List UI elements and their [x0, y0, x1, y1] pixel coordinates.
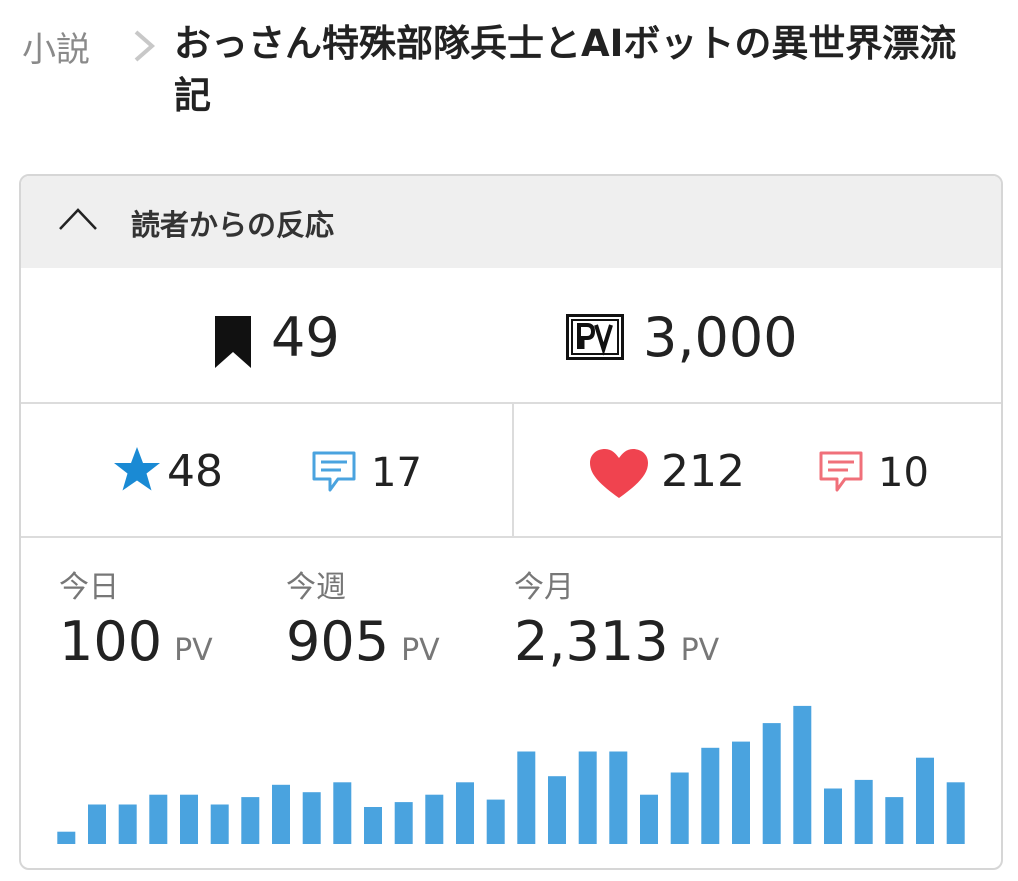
- comment-icon: [312, 451, 356, 492]
- chart-bar: [425, 794, 444, 844]
- breadcrumb-novel-link[interactable]: 小説: [22, 22, 90, 71]
- chart-bar: [548, 776, 566, 844]
- chart-bar: [762, 723, 781, 844]
- reactions-card: 読者からの反応 49 3,000 48 17 212 10 今日 100 PV …: [19, 174, 1003, 870]
- chart-bar: [333, 782, 352, 844]
- chart-bar: [456, 782, 474, 844]
- chart-bar: [793, 705, 812, 844]
- star-icon: [114, 447, 160, 491]
- chart-bar: [701, 747, 720, 844]
- chart-bar: [241, 797, 260, 844]
- chart-bar: [946, 782, 965, 844]
- chart-bar: [180, 794, 198, 844]
- heart-icon: [590, 449, 648, 498]
- pv-total-count: 3,000: [643, 306, 798, 369]
- stat-unit: PV: [680, 633, 720, 668]
- chart-bar: [854, 779, 873, 844]
- reactions-heading: 読者からの反応: [131, 208, 335, 242]
- chart-bar: [517, 751, 536, 844]
- stat-month-label: 今月: [514, 570, 574, 605]
- chart-bar: [394, 802, 413, 844]
- chart-bar: [609, 751, 628, 844]
- chart-bar: [916, 757, 934, 844]
- reactions-header[interactable]: 読者からの反応: [21, 176, 1001, 268]
- stat-week-label: 今週: [286, 570, 346, 605]
- chart-bar: [732, 741, 750, 844]
- star-comment-count: 17: [371, 450, 422, 496]
- heart-comment-count: 10: [878, 450, 929, 496]
- ratings-row: 48 17 212 10: [21, 404, 1001, 538]
- chart-bar: [210, 804, 229, 844]
- heart-count: 212: [661, 446, 745, 497]
- row-divider: [512, 404, 514, 536]
- stat-unit: PV: [174, 633, 213, 668]
- pv-stats: 今日 100 PV 今週 905 PV 今月 2,313 PV: [21, 538, 1001, 868]
- stat-unit: PV: [401, 633, 440, 668]
- star-count: 48: [167, 446, 223, 497]
- comment-icon: [819, 451, 863, 492]
- chevron-up-icon[interactable]: [57, 206, 99, 232]
- chart-bar: [824, 788, 842, 844]
- pv-icon: [566, 314, 624, 360]
- chart-bar: [118, 804, 137, 844]
- chart-bar: [272, 784, 290, 844]
- chart-bar: [88, 804, 106, 844]
- daily-pv-chart: [57, 705, 965, 844]
- chart-bar: [364, 807, 382, 844]
- stat-today-value: 100: [59, 610, 163, 673]
- stat-today-label: 今日: [59, 570, 119, 605]
- breadcrumb: 小説 おっさん特殊部隊兵士とAIボットの異世界漂流記: [22, 18, 982, 128]
- chart-bar: [885, 797, 904, 844]
- chevron-right-icon: [134, 30, 156, 62]
- bookmark-icon: [215, 316, 251, 368]
- page-title: おっさん特殊部隊兵士とAIボットの異世界漂流記: [174, 22, 957, 117]
- chart-bar: [486, 799, 505, 844]
- chart-bar: [57, 831, 76, 844]
- stat-week-value: 905: [286, 610, 390, 673]
- bookmark-count: 49: [271, 306, 340, 369]
- chart-bar: [670, 772, 689, 844]
- chart-bar: [302, 792, 321, 844]
- totals-row: 49 3,000: [21, 268, 1001, 404]
- chart-bar: [149, 794, 168, 844]
- chart-bar: [578, 751, 597, 844]
- chart-bar: [640, 794, 658, 844]
- stat-month-value: 2,313: [514, 610, 669, 673]
